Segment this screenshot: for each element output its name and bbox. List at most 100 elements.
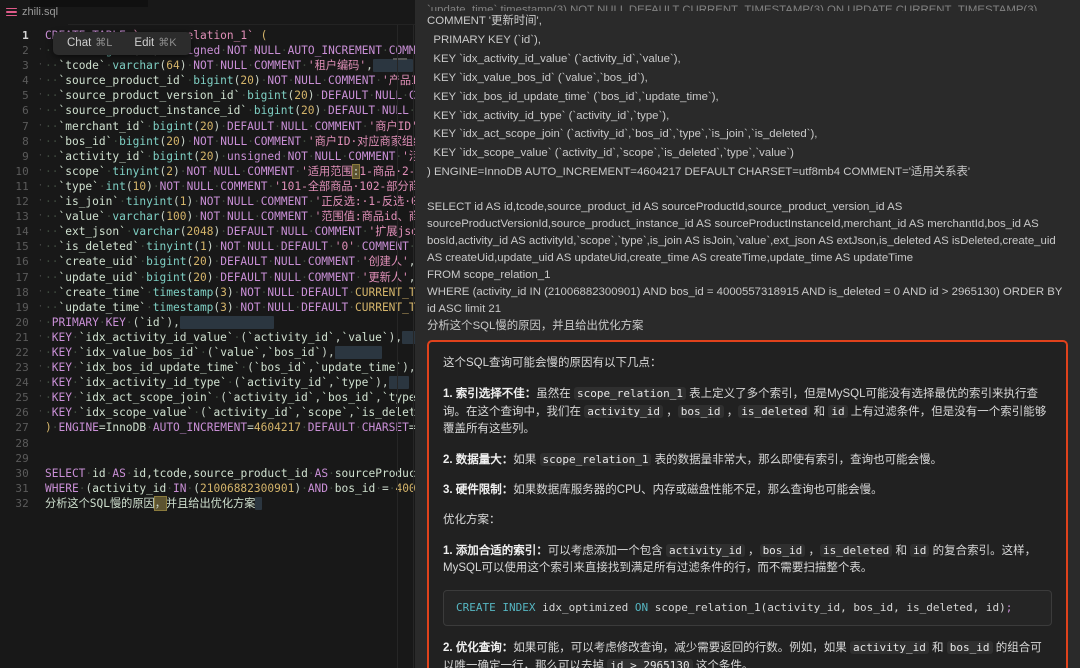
context-line: COMMENT '更新时间',	[427, 15, 542, 27]
hint-chat-action[interactable]: Chat ⌘L	[67, 36, 112, 51]
code-line: 25 · ·KEY·`idx_act_scope_join`·(`activit…	[0, 390, 415, 405]
code-line: 32 分析这个SQL慢的原因，并且给出优化方案	[0, 495, 415, 511]
context-clipped-line: `update_time` timestamp(3) NOT NULL DEFA…	[427, 4, 1038, 11]
chat-scroll-container[interactable]: `update_time` timestamp(3) NOT NULL DEFA…	[427, 0, 1068, 668]
code-line: 7 · ··`merchant_id`·bigint(20)·DEFAULT·N…	[0, 119, 415, 134]
fold-marker[interactable]: ·	[36, 194, 45, 209]
fold-marker[interactable]	[36, 451, 45, 466]
plan-1-code-2: bos_id	[759, 544, 806, 558]
inline-ai-hint-popup[interactable]: Chat ⌘L Edit ⌘K	[53, 32, 191, 55]
fold-marker[interactable]	[36, 466, 45, 481]
line-number: 1	[22, 29, 29, 42]
fold-marker[interactable]: ·	[36, 360, 45, 375]
context-line: KEY `idx_scope_value` (`activity_id`,`sc…	[427, 147, 794, 160]
fold-marker[interactable]	[36, 28, 45, 43]
fold-marker[interactable]: ·	[36, 300, 45, 315]
plan-2-text-a: 如果可能，可以考虑修改查询，减少需要返回的行数。例如，如果	[513, 642, 850, 655]
plan-1-text-b: ，	[744, 545, 760, 558]
line-text: ··`source_product_instance_id`·bigint(20…	[45, 104, 415, 118]
line-text: ··`update_time`·timestamp(3)·NOT·NULL·DE…	[45, 300, 415, 314]
fold-marker[interactable]: ·	[36, 88, 45, 103]
answer-plan-2: 2. 优化查询：如果可能，可以考虑修改查询，减少需要返回的行数。例如，如果 ac…	[443, 639, 1052, 668]
line-text: ··`tcode`·varchar(64)·NOT·NULL·COMMENT·'…	[45, 58, 415, 73]
plan-1-code-3: is_deleted	[820, 544, 893, 558]
ai-chat-pane[interactable]: `update_time` timestamp(3) NOT NULL DEFA…	[415, 0, 1080, 668]
line-text: ·PRIMARY·KEY·(`id`),	[45, 315, 415, 330]
fold-marker[interactable]: ·	[36, 375, 45, 390]
code-line: 27 )·ENGINE=InnoDB·AUTO_INCREMENT=460421…	[0, 420, 415, 435]
line-number: 31	[15, 481, 29, 495]
line-number: 32	[15, 496, 29, 510]
editor-pane-divider	[413, 25, 414, 668]
reason-1-text-c: ，	[663, 406, 678, 419]
code-line: 14 · ··`ext_json`·varchar(2048)·DEFAULT·…	[0, 224, 415, 239]
fold-marker[interactable]: ·	[36, 405, 45, 420]
plan-1-code-1: activity_id	[666, 544, 745, 558]
reason-1-text-a: 虽然在	[536, 388, 574, 401]
minimap-indicator[interactable]	[393, 58, 407, 60]
code-line: 3 · ··`tcode`·varchar(64)·NOT·NULL·COMME…	[0, 58, 415, 73]
fold-marker[interactable]: ·	[36, 285, 45, 300]
line-number: 22	[15, 345, 29, 359]
line-number: 7	[22, 119, 29, 133]
code-line: 23 · ·KEY·`idx_bos_id_update_time`·(`bos…	[0, 360, 415, 375]
line-number: 12	[15, 195, 29, 209]
fold-marker[interactable]: ·	[36, 345, 45, 360]
fold-marker[interactable]: ·	[36, 270, 45, 285]
line-text: ··`type`·int(10)·NOT·NULL·COMMENT·'101-全…	[45, 179, 415, 193]
reason-1-code-2: activity_id	[584, 405, 664, 419]
fold-marker[interactable]: ·	[36, 134, 45, 149]
code-line: 4 · ··`source_product_id`·bigint(20)·NOT…	[0, 73, 415, 88]
fold-marker[interactable]: ·	[36, 119, 45, 134]
code-line: 12 · ··`is_join`·tinyint(1)·NOT·NULL·COM…	[0, 194, 415, 209]
plan-2-text-d: 这个条件。	[692, 660, 754, 668]
line-text: ·KEY·`idx_activity_id_value`·(`activity_…	[45, 330, 415, 345]
line-number: 25	[15, 391, 29, 405]
fold-marker[interactable]: ·	[36, 254, 45, 269]
editor-vertical-scrollbar[interactable]	[397, 25, 398, 668]
fold-marker[interactable]: ·	[36, 209, 45, 224]
hint-edit-action[interactable]: Edit ⌘K	[134, 36, 176, 51]
code-line: 18 · ··`create_time`·timestamp(3)·NOT·NU…	[0, 285, 415, 300]
code-table-cols: scope_relation_1(activity_id, bos_id, is…	[648, 601, 1006, 615]
reason-2-text-a: 如果	[513, 454, 540, 467]
reason-1-label: 1. 索引选择不佳：	[443, 388, 537, 401]
line-text: ·KEY·`idx_value_bos_id`·(`value`,`bos_id…	[45, 345, 415, 360]
code-line: 5 · ··`source_product_version_id`·bigint…	[0, 88, 415, 103]
fold-marker[interactable]: ·	[36, 224, 45, 239]
reason-3-text-a: 如果数据库服务器的CPU、内存或磁盘性能不足，那么查询也可能会慢。	[513, 484, 883, 497]
plan-1-text-d: 和	[892, 545, 911, 558]
fold-marker[interactable]: ·	[36, 390, 45, 405]
hint-edit-shortcut: ⌘K	[158, 36, 177, 49]
line-number: 24	[15, 376, 29, 390]
fold-marker[interactable]: ·	[36, 58, 45, 73]
code-line: 31 WHERE·(activity_id·IN·(21006882300901…	[0, 481, 415, 496]
fold-marker[interactable]	[36, 481, 45, 496]
context-line: KEY `idx_value_bos_id` (`value`,`bos_id`…	[427, 71, 648, 84]
fold-marker[interactable]	[36, 496, 45, 511]
line-number: 17	[15, 270, 29, 284]
reason-1-text-e: 和	[810, 406, 829, 419]
fold-marker[interactable]: ·	[36, 164, 45, 179]
line-text: ·KEY·`idx_activity_id_type`·(`activity_i…	[45, 375, 415, 390]
plan-2-code-1: activity_id	[850, 641, 929, 655]
fold-marker[interactable]	[36, 436, 45, 451]
code-line: 6 · ··`source_product_instance_id`·bigin…	[0, 103, 415, 118]
fold-marker[interactable]: ·	[36, 103, 45, 118]
fold-marker[interactable]: ·	[36, 43, 45, 58]
fold-marker[interactable]: ·	[36, 179, 45, 194]
sql-code-block[interactable]: CREATE INDEX idx_optimized ON scope_rela…	[443, 590, 1052, 627]
fold-marker[interactable]: ·	[36, 73, 45, 88]
reason-1-code-4: is_deleted	[738, 405, 811, 419]
line-number: 8	[22, 134, 29, 148]
context-line: ) ENGINE=InnoDB AUTO_INCREMENT=4604217 D…	[427, 166, 971, 179]
app-root: zhili.sql Chat ⌘L Edit ⌘K 1 CREATE TABLE…	[0, 0, 1080, 668]
code-line: 9 · ··`activity_id`·bigint(20)·unsigned·…	[0, 149, 415, 164]
fold-marker[interactable]: ·	[36, 239, 45, 254]
fold-marker[interactable]: ·	[36, 330, 45, 345]
fold-marker[interactable]: ·	[36, 315, 45, 330]
code-content[interactable]: Chat ⌘L Edit ⌘K 1 CREATE TABLE `scope_re…	[0, 25, 415, 668]
fold-marker[interactable]: ·	[36, 149, 45, 164]
fold-marker[interactable]	[36, 420, 45, 435]
